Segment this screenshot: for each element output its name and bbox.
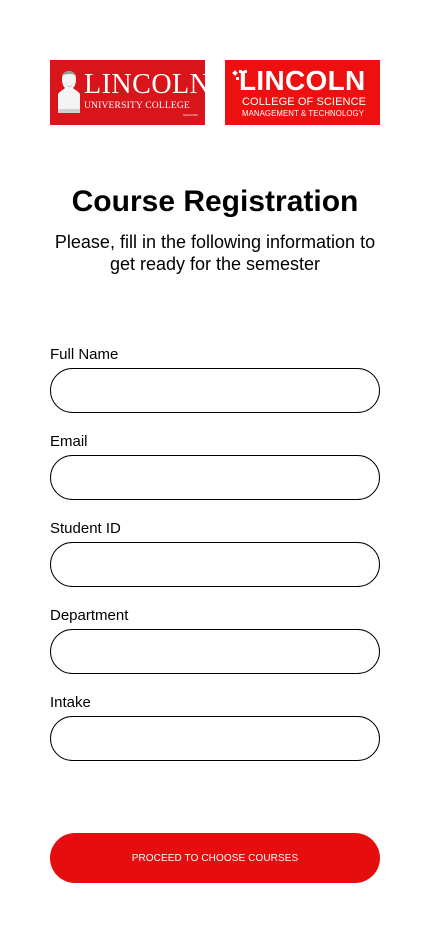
intake-input[interactable]	[50, 716, 380, 761]
logo-b-line2: MANAGEMENT & TECHNOLOGY	[242, 109, 365, 118]
logo-a-country: MALAYSIA	[183, 113, 198, 117]
full-name-input[interactable]	[50, 368, 380, 413]
lincoln-bust-icon	[58, 71, 80, 113]
student-id-label: Student ID	[50, 520, 121, 537]
proceed-button[interactable]: PROCEED TO CHOOSE COURSES	[50, 833, 380, 883]
email-input[interactable]	[50, 455, 380, 500]
logo-b-wordmark: LINCOLN	[239, 65, 366, 96]
department-input[interactable]	[50, 629, 380, 674]
student-id-input[interactable]	[50, 542, 380, 587]
logo-row: LINCOLN UNIVERSITY COLLEGE MALAYSIA LINC…	[50, 60, 380, 125]
full-name-label: Full Name	[50, 346, 119, 363]
logo-a-wordmark: LINCOLN	[84, 69, 205, 100]
page-title: Course Registration	[71, 185, 359, 218]
email-label: Email	[50, 433, 88, 450]
lincoln-college-of-science-logo: LINCOLN COLLEGE OF SCIENCE MANAGEMENT & …	[225, 60, 380, 125]
lincoln-university-college-logo: LINCOLN UNIVERSITY COLLEGE MALAYSIA	[50, 60, 205, 125]
logo-a-subtitle: UNIVERSITY COLLEGE	[84, 101, 190, 111]
department-label: Department	[50, 607, 129, 624]
logo-b-line1: COLLEGE OF SCIENCE	[242, 96, 367, 108]
intake-label: Intake	[50, 694, 91, 711]
page-subtitle: Please, fill in the following informatio…	[54, 232, 376, 274]
